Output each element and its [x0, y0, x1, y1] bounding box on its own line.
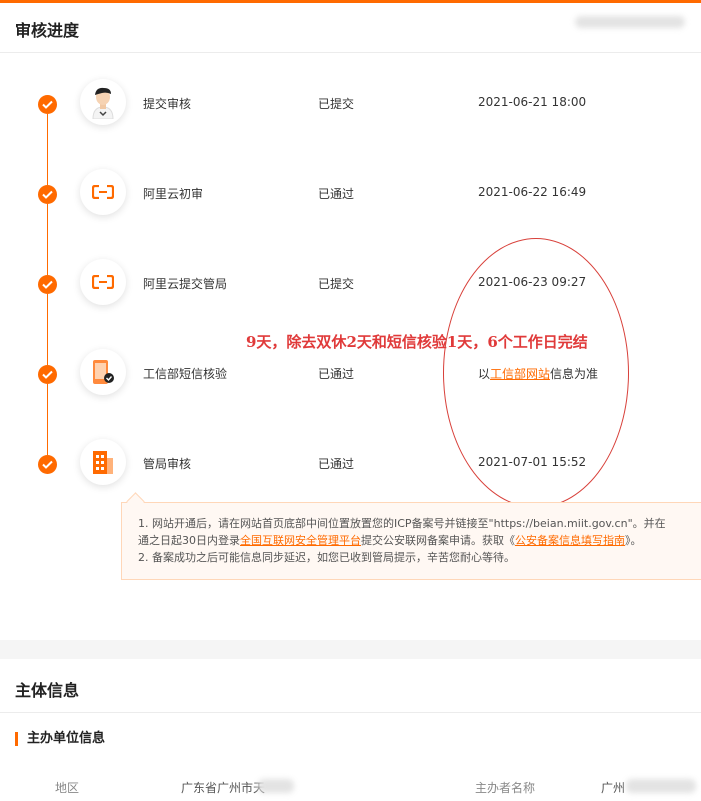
notice-line-2-prefix: 通之日起30日内登录	[138, 534, 240, 547]
check-icon	[38, 95, 57, 114]
organizer-info-title: 主办单位信息	[15, 732, 105, 746]
entity-divider	[0, 712, 701, 713]
step-name: 阿里云提交管局	[143, 277, 228, 291]
timeline-connector	[47, 384, 48, 455]
step-status: 已通过	[318, 457, 355, 471]
notice-line-3: 2. 备案成功之后可能信息同步延迟，如您已收到管局提示，辛苦您耐心等待。	[138, 551, 515, 564]
step-name: 阿里云初审	[143, 187, 204, 201]
owner-name-value: 广州	[601, 781, 626, 795]
page-title: 审核进度	[15, 21, 80, 40]
notice-box: 1. 网站开通后，请在网站首页底部中间位置放置您的ICP备案号并链接至"http…	[121, 502, 701, 580]
check-icon	[38, 275, 57, 294]
public-security-platform-link[interactable]: 全国互联网安全管理平台	[240, 534, 361, 547]
step-name: 提交审核	[143, 97, 192, 111]
notice-line-2: 通之日起30日内登录全国互联网安全管理平台提交公安联网备案申请。获取《公安备案信…	[138, 532, 701, 549]
check-icon	[38, 455, 57, 474]
redacted-header-info	[575, 16, 685, 28]
notice-line-2-suffix: 》。	[625, 534, 642, 547]
aliyun-logo-icon	[80, 259, 126, 305]
top-accent-bar	[0, 0, 701, 3]
check-icon	[38, 185, 57, 204]
phone-verify-icon	[80, 349, 126, 395]
section-separator	[0, 640, 701, 659]
notice-line-2-middle: 提交公安联网备案申请。获取《	[361, 534, 515, 547]
building-icon	[80, 439, 126, 485]
step-name: 管局审核	[143, 457, 192, 471]
redacted-owner-name	[626, 779, 696, 793]
region-label: 地区	[55, 781, 80, 795]
owner-name-label: 主办者名称	[475, 781, 536, 795]
step-status: 已提交	[318, 97, 355, 111]
check-icon	[38, 365, 57, 384]
annotation-text: 9天，除去双休2天和短信核验1天，6个工作日完结	[246, 333, 588, 351]
step-status: 已通过	[318, 367, 355, 381]
timeline-connector	[47, 114, 48, 185]
timeline-connector	[47, 204, 48, 275]
step-time: 2021-06-22 16:49	[478, 185, 587, 199]
notice-line-1: 1. 网站开通后，请在网站首页底部中间位置放置您的ICP备案号并链接至"http…	[138, 517, 666, 530]
step-time: 2021-06-21 18:00	[478, 95, 587, 109]
region-value: 广东省广州市天	[181, 781, 266, 795]
person-avatar-icon	[80, 79, 126, 125]
annotation-ellipse	[443, 238, 629, 508]
aliyun-logo-icon	[80, 169, 126, 215]
redacted-region	[258, 779, 294, 793]
timeline-connector	[47, 294, 48, 365]
step-status: 已通过	[318, 187, 355, 201]
step-name: 工信部短信核验	[143, 367, 228, 381]
entity-section-title: 主体信息	[15, 681, 80, 700]
filing-guide-link[interactable]: 公安备案信息填写指南	[515, 534, 625, 547]
header-divider	[0, 52, 701, 53]
step-status: 已提交	[318, 277, 355, 291]
